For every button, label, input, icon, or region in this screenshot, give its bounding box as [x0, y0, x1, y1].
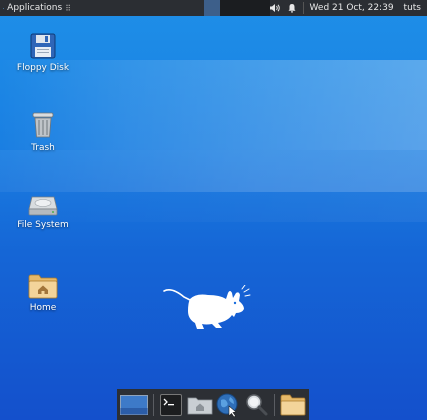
volume-icon[interactable] — [269, 3, 281, 13]
workspace-switcher[interactable] — [204, 0, 220, 16]
panel-separator — [302, 2, 304, 14]
top-panel: Applications ⠿ Wed 21 Oct, 22:39 tuts — [0, 0, 427, 16]
applications-menu-label: Applications — [7, 3, 63, 13]
bottom-dock — [117, 389, 309, 420]
notification-bell-icon[interactable] — [287, 3, 297, 13]
desktop-icon-label: File System — [17, 220, 69, 230]
floppy-disk-icon — [30, 33, 56, 59]
xfce-mouse-logo — [163, 285, 251, 329]
applications-menu-separator: ⠿ — [65, 3, 71, 13]
user-menu[interactable]: tuts — [400, 3, 421, 13]
show-desktop-icon — [120, 394, 148, 415]
dock-terminal[interactable] — [159, 392, 184, 418]
terminal-icon — [160, 393, 183, 416]
desktop-icon-label: Floppy Disk — [16, 63, 70, 73]
file-manager-icon — [187, 397, 213, 414]
app-finder-icon — [245, 393, 268, 415]
desktop-icon-label: Trash — [31, 143, 55, 153]
dock-app-finder[interactable] — [244, 392, 269, 418]
panel-clock[interactable]: Wed 21 Oct, 22:39 — [310, 3, 394, 13]
window-buttons-area — [74, 0, 270, 16]
system-tray: Wed 21 Oct, 22:39 tuts — [245, 2, 427, 14]
workspace-switcher-empty[interactable] — [220, 0, 270, 16]
applications-menu[interactable]: Applications ⠿ — [0, 0, 74, 16]
hard-drive-icon — [28, 196, 58, 216]
web-browser-icon — [216, 393, 238, 417]
home-folder-icon — [28, 274, 58, 299]
desktop-icon-floppy-disk[interactable]: Floppy Disk — [8, 33, 78, 73]
dock-file-manager[interactable] — [187, 392, 213, 418]
desktop-icon-trash[interactable]: Trash — [8, 111, 78, 153]
xfce-logo-icon — [3, 7, 5, 9]
dock-folder[interactable] — [280, 392, 306, 418]
folder-icon — [280, 394, 306, 415]
dock-separator — [274, 393, 275, 416]
dock-separator — [153, 393, 154, 416]
dock-web-browser[interactable] — [216, 392, 241, 418]
trash-icon — [32, 112, 54, 138]
dock-show-desktop[interactable] — [120, 392, 148, 418]
wallpaper-light-band — [0, 150, 427, 192]
desktop-icon-file-system[interactable]: File System — [8, 194, 78, 230]
desktop-icon-label: Home — [29, 303, 57, 313]
desktop-icon-home[interactable]: Home — [8, 273, 78, 313]
